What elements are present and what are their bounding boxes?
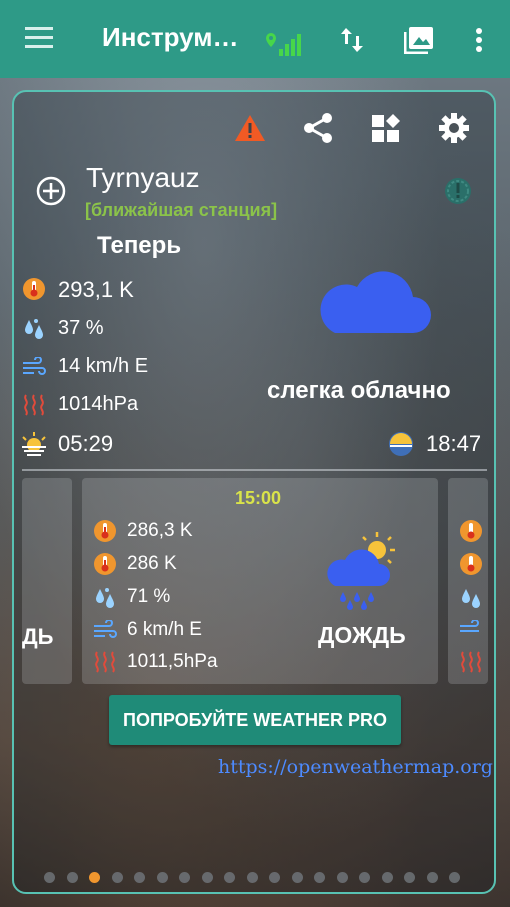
page-dot[interactable] [111, 872, 123, 883]
page-dot[interactable] [224, 872, 235, 883]
page-dot[interactable] [336, 872, 348, 883]
forecast-pressure: 1011,5hPa [127, 651, 218, 672]
page-dot[interactable] [426, 872, 438, 883]
widgets-icon[interactable] [371, 114, 401, 144]
page-dot-active[interactable] [89, 872, 100, 883]
station-label: [ближайшая станция] [85, 200, 278, 220]
page-dot[interactable] [449, 872, 460, 883]
sunset-time: 18:47 [426, 431, 482, 456]
forecast-wind: 6 km/h E [127, 619, 202, 640]
try-weather-pro-button[interactable]: ПОПРОБУЙТЕ WEATHER PRO [109, 695, 401, 745]
pressure-icon [95, 651, 115, 673]
page-dot[interactable] [66, 872, 78, 883]
forecast-temp-feel: 286 K [127, 553, 177, 574]
humidity-icon [96, 588, 114, 608]
forecast-card[interactable]: 15:00 286,3 K 286 K 71 % 6 km/h E 1011,5… [82, 478, 438, 684]
page-dot[interactable] [246, 872, 258, 883]
pressure-icon [24, 394, 44, 416]
image-icon[interactable] [404, 26, 434, 54]
sunset-icon [389, 432, 413, 456]
wind-icon [460, 620, 479, 632]
sunrise-time: 05:29 [58, 431, 114, 456]
forecast-card-next[interactable] [448, 478, 488, 684]
page-dot[interactable] [404, 872, 415, 883]
alert-badge-icon[interactable] [443, 176, 473, 206]
warning-icon[interactable] [234, 114, 266, 142]
thermometer-feel-icon [460, 553, 482, 575]
add-location-icon[interactable] [36, 176, 66, 206]
page-dot[interactable] [44, 872, 55, 883]
forecast-condition: ДОЖДЬ [318, 622, 406, 648]
app-title: Инструм… [102, 22, 239, 52]
thermometer-icon [94, 520, 116, 542]
current-pressure: 1014hPa [58, 393, 139, 415]
page-dot[interactable] [291, 872, 303, 883]
settings-icon[interactable] [438, 112, 470, 144]
forecast-temp: 286,3 K [127, 520, 193, 541]
now-heading: Теперь [97, 232, 182, 259]
wind-icon [94, 620, 117, 638]
page-indicator[interactable] [44, 872, 474, 886]
share-icon[interactable] [303, 113, 333, 143]
swap-vert-icon[interactable] [340, 26, 364, 54]
current-humidity: 37 % [58, 317, 104, 339]
forecast-time: 15:00 [235, 488, 282, 508]
humidity-icon [25, 319, 43, 339]
more-vert-icon[interactable] [475, 28, 483, 52]
page-dot[interactable] [179, 872, 190, 883]
page-dot[interactable] [134, 872, 145, 883]
current-temperature: 293,1 K [58, 277, 134, 302]
thermometer-feel-icon [94, 553, 116, 575]
divider [22, 469, 487, 471]
forecast-card-previous[interactable]: ДЬ [22, 478, 72, 684]
forecast-condition-partial: ДЬ [22, 624, 54, 649]
city-name: Tyrnyauz [86, 162, 200, 193]
wind-icon [23, 357, 46, 375]
signal-icon[interactable] [265, 31, 303, 57]
pressure-icon [461, 651, 481, 673]
current-wind: 14 km/h E [58, 355, 149, 377]
humidity-icon [462, 589, 480, 608]
page-dot[interactable] [269, 872, 280, 883]
thermometer-icon [23, 278, 45, 300]
page-dot[interactable] [156, 872, 168, 883]
app-bar: Инструм… [0, 0, 510, 78]
page-dot[interactable] [381, 872, 393, 883]
sunrise-icon [22, 432, 46, 456]
current-condition: слегка облачно [267, 377, 451, 404]
page-dot[interactable] [359, 872, 370, 883]
cloud-icon [320, 271, 431, 333]
page-dot[interactable] [201, 872, 213, 883]
source-link[interactable]: https://openweathermap.org [218, 756, 493, 778]
thermometer-icon [460, 520, 482, 542]
forecast-humidity: 71 % [127, 586, 171, 607]
page-dot[interactable] [314, 872, 325, 883]
rain-icon [327, 532, 395, 610]
menu-icon[interactable] [25, 27, 53, 49]
